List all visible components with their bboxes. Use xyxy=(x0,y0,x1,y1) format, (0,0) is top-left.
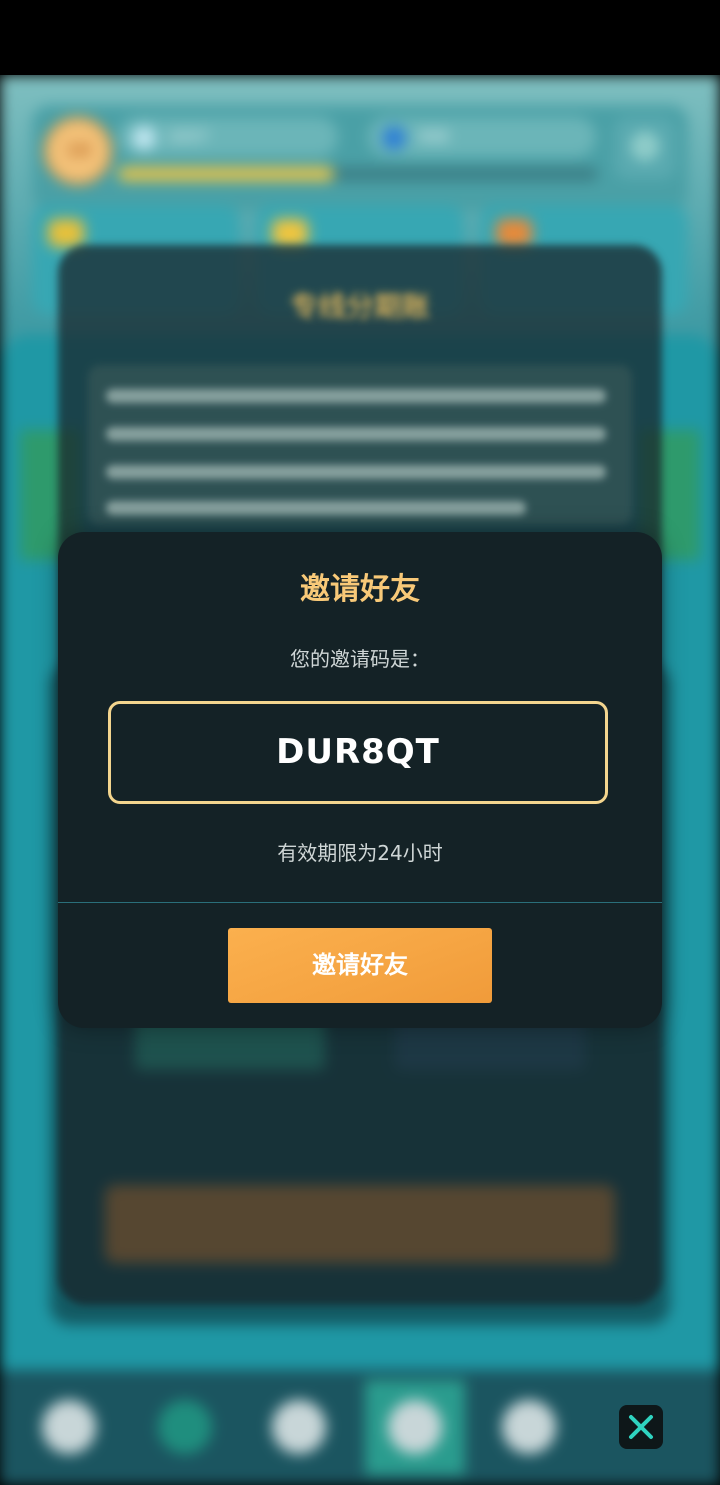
invite-dialog: 邀请好友 您的邀请码是： DUR8QT 有效期限为24小时 邀请好友 xyxy=(58,532,662,1028)
gear-icon: ⚙ xyxy=(614,117,676,179)
gem-resource-pill: 998 xyxy=(368,117,596,157)
validity-text: 有效期限为24小时 xyxy=(277,841,443,865)
invite-code-box[interactable]: DUR8QT xyxy=(108,701,608,804)
nav-shield-icon xyxy=(158,1400,212,1454)
xp-progress-fill xyxy=(118,167,334,181)
box-icon xyxy=(496,219,532,247)
xp-progress-bar xyxy=(118,167,598,181)
player-hud: 18 2057 998 ⚙ xyxy=(32,105,688,211)
text-line xyxy=(106,501,526,515)
text-line xyxy=(106,427,606,441)
text-line xyxy=(106,389,606,403)
screen: 18 2057 998 ⚙ 专线分期账 邀请好友 您的邀请码是： DUR8QT … xyxy=(0,0,720,1485)
text-line xyxy=(106,465,606,479)
invite-friends-button[interactable]: 邀请好友 xyxy=(228,928,492,1003)
bottom-nav-bar xyxy=(0,1370,720,1485)
nav-heart-icon xyxy=(502,1400,556,1454)
invite-code-value[interactable]: DUR8QT xyxy=(111,704,605,801)
close-icon xyxy=(629,1415,653,1439)
dialog-title: 邀请好友 xyxy=(300,572,420,607)
nav-home-icon xyxy=(42,1400,96,1454)
water-resource-value: 2057 xyxy=(168,127,209,146)
water-drop-icon xyxy=(132,125,156,150)
nav-gear-icon xyxy=(272,1400,326,1454)
player-level-avatar: 18 xyxy=(44,117,112,185)
background-dialog-title: 专线分期账 xyxy=(289,290,430,323)
background-dialog-text xyxy=(88,365,632,525)
invite-code-label: 您的邀请码是： xyxy=(290,647,430,671)
divider xyxy=(58,902,662,903)
gem-icon xyxy=(382,125,406,150)
gem-resource-value: 998 xyxy=(418,127,449,146)
bulb-icon xyxy=(48,219,84,247)
coin-icon xyxy=(272,219,308,247)
water-resource-pill: 2057 xyxy=(118,117,338,157)
status-bar xyxy=(0,0,720,75)
close-button[interactable] xyxy=(619,1405,663,1449)
nav-diamond-icon xyxy=(388,1400,442,1454)
